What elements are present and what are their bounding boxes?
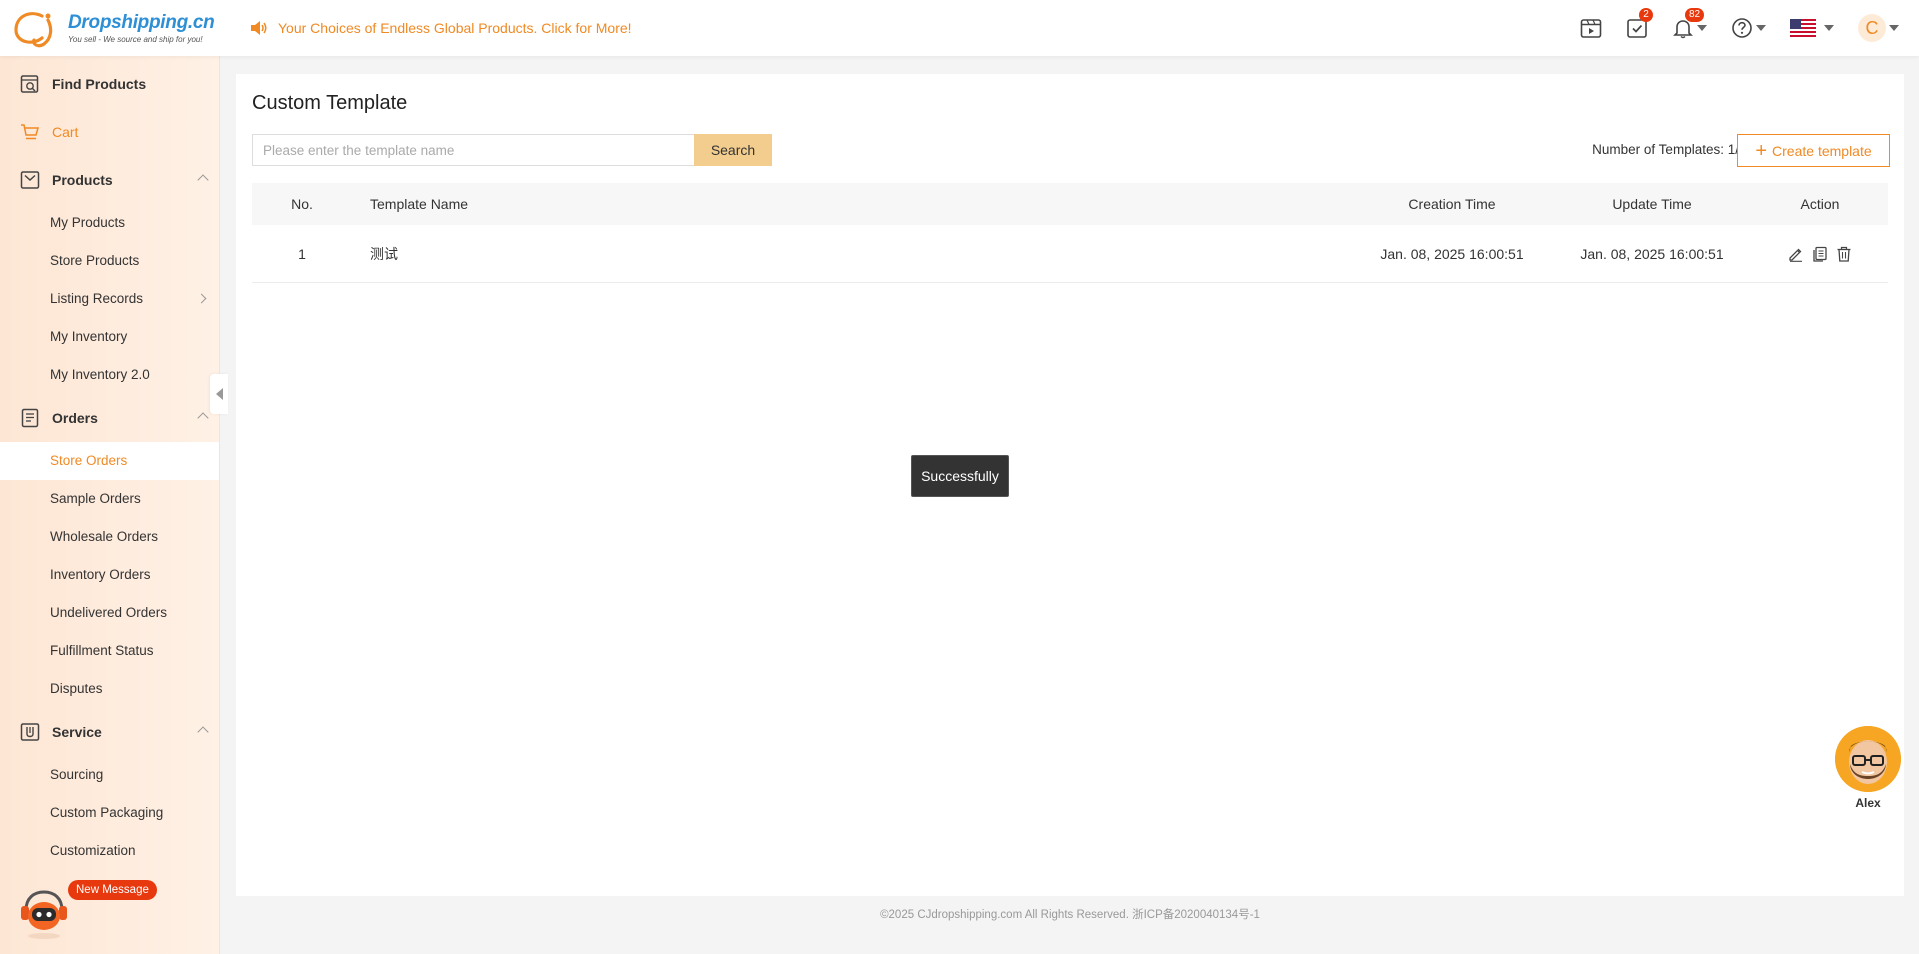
service-icon <box>20 723 40 741</box>
chevron-down-icon <box>1889 25 1899 31</box>
sidebar-item-wholesale-orders[interactable]: Wholesale Orders <box>0 518 219 556</box>
templates-table: No. Template Name Creation Time Update T… <box>252 183 1888 283</box>
sidebar-item-label: Cart <box>52 124 79 140</box>
page-title: Custom Template <box>252 92 408 114</box>
collapse-arrow-icon <box>215 388 223 400</box>
template-count: Number of Templates: 1/50 <box>1592 142 1754 157</box>
speaker-icon <box>251 21 267 35</box>
sidebar-item-fulfillment-status[interactable]: Fulfillment Status <box>0 632 219 670</box>
cj-logo-mark <box>12 8 70 48</box>
sidebar-item-find-products[interactable]: Find Products <box>0 60 219 108</box>
sidebar-item-label: Listing Records <box>50 291 144 306</box>
help-icon <box>1732 18 1752 38</box>
cell-update-time: Jan. 08, 2025 16:00:51 <box>1580 245 1724 262</box>
sidebar-collapse-button[interactable] <box>210 374 228 414</box>
logo[interactable]: Dropshipping.cn You sell - We source and… <box>12 8 232 48</box>
cell-creation-time: Jan. 08, 2025 16:00:51 <box>1380 245 1524 262</box>
announcement-text: Your Choices of Endless Global Products.… <box>278 20 632 36</box>
agent-name: Alex <box>1855 796 1881 810</box>
announcement-link[interactable]: Your Choices of Endless Global Products.… <box>250 20 632 36</box>
table-header: No. Template Name Creation Time Update T… <box>252 183 1888 225</box>
chat-robot-button[interactable] <box>14 880 74 940</box>
sidebar-item-custom-packaging[interactable]: Custom Packaging <box>0 794 219 832</box>
chevron-right-icon <box>196 293 207 304</box>
support-agent-button[interactable]: Alex <box>1835 726 1901 812</box>
sidebar-group-products[interactable]: Products <box>0 156 219 204</box>
footer-copyright: ©2025 CJdropshipping.com All Rights Rese… <box>880 909 1260 921</box>
video-icon <box>1580 19 1602 38</box>
sidebar-item-my-inventory[interactable]: My Inventory <box>0 318 219 356</box>
avatar-letter: C <box>1865 17 1879 38</box>
column-header-no: No. <box>291 196 313 212</box>
orders-icon <box>21 408 39 428</box>
video-button[interactable] <box>1580 17 1602 39</box>
cell-no: 1 <box>298 245 306 262</box>
sidebar-item-label: Find Products <box>52 76 147 92</box>
sidebar-item-store-orders[interactable]: Store Orders <box>0 442 219 480</box>
find-products-icon <box>20 75 39 93</box>
help-button[interactable] <box>1731 17 1766 39</box>
us-flag-icon <box>1790 19 1816 37</box>
logo-title: Dropshipping.cn <box>68 12 215 33</box>
sidebar-group-service[interactable]: Service <box>0 708 219 756</box>
template-search-input[interactable] <box>252 134 696 166</box>
chevron-down-icon <box>1697 25 1707 31</box>
cell-template-name: 测试 <box>370 245 398 262</box>
cell-actions <box>1752 246 1888 262</box>
search-button[interactable]: Search <box>694 134 772 166</box>
sidebar-item-undelivered-orders[interactable]: Undelivered Orders <box>0 594 219 632</box>
tasks-button[interactable]: 2 <box>1626 8 1653 39</box>
sidebar-item-customization[interactable]: Customization <box>0 832 219 870</box>
sidebar-item-store-products[interactable]: Store Products <box>0 242 219 280</box>
chevron-up-icon <box>197 412 209 424</box>
main-content: Custom Template Search Number of Templat… <box>236 74 1904 896</box>
sidebar-group-label: Products <box>52 172 113 188</box>
chevron-up-icon <box>197 726 209 738</box>
language-selector[interactable] <box>1790 19 1834 37</box>
column-header-name: Template Name <box>370 196 469 212</box>
sidebar-item-my-products[interactable]: My Products <box>0 204 219 242</box>
products-icon <box>20 171 40 189</box>
sidebar-item-sample-orders[interactable]: Sample Orders <box>0 480 219 518</box>
agent-avatar <box>1835 726 1901 792</box>
task-badge: 2 <box>1639 8 1653 22</box>
robot-icon <box>21 890 67 939</box>
sidebar-item-listing-records[interactable]: Listing Records <box>0 280 219 318</box>
top-header: Dropshipping.cn You sell - We source and… <box>0 0 1919 56</box>
notification-badge: 82 <box>1685 8 1705 22</box>
cart-icon <box>21 124 39 140</box>
logo-tagline: You sell - We source and ship for you! <box>68 35 203 44</box>
column-header-creation-time: Creation Time <box>1408 196 1496 212</box>
chevron-down-icon <box>1756 25 1766 31</box>
sidebar-item-disputes[interactable]: Disputes <box>0 670 219 708</box>
sidebar-item-sourcing[interactable]: Sourcing <box>0 756 219 794</box>
success-toast: Successfully <box>911 455 1009 497</box>
plus-icon: + <box>1755 139 1768 162</box>
column-header-action: Action <box>1800 196 1840 212</box>
table-row: 1 测试 Jan. 08, 2025 16:00:51 Jan. 08, 202… <box>252 225 1888 283</box>
new-message-badge[interactable]: New Message <box>68 880 157 900</box>
chevron-down-icon <box>1824 25 1834 31</box>
edit-icon[interactable] <box>1788 246 1804 262</box>
chevron-up-icon <box>197 174 209 186</box>
copy-icon[interactable] <box>1812 246 1828 262</box>
sidebar-group-label: Orders <box>52 410 98 426</box>
sidebar-item-my-inventory-2[interactable]: My Inventory 2.0 <box>0 356 219 394</box>
sidebar-item-inventory-orders[interactable]: Inventory Orders <box>0 556 219 594</box>
account-menu[interactable]: C <box>1858 14 1899 42</box>
create-template-label: Create template <box>1772 142 1872 159</box>
sidebar-group-orders[interactable]: Orders <box>0 394 219 442</box>
trash-icon[interactable] <box>1836 246 1852 262</box>
avatar: C <box>1858 14 1886 42</box>
column-header-update-time: Update Time <box>1612 196 1692 212</box>
sidebar-item-cart[interactable]: Cart <box>0 108 219 156</box>
create-template-button[interactable]: + Create template <box>1737 134 1890 167</box>
notifications-button[interactable]: 82 <box>1672 8 1707 39</box>
sidebar: Find Products Cart Products My Products … <box>0 56 220 954</box>
sidebar-group-label: Service <box>52 724 102 740</box>
